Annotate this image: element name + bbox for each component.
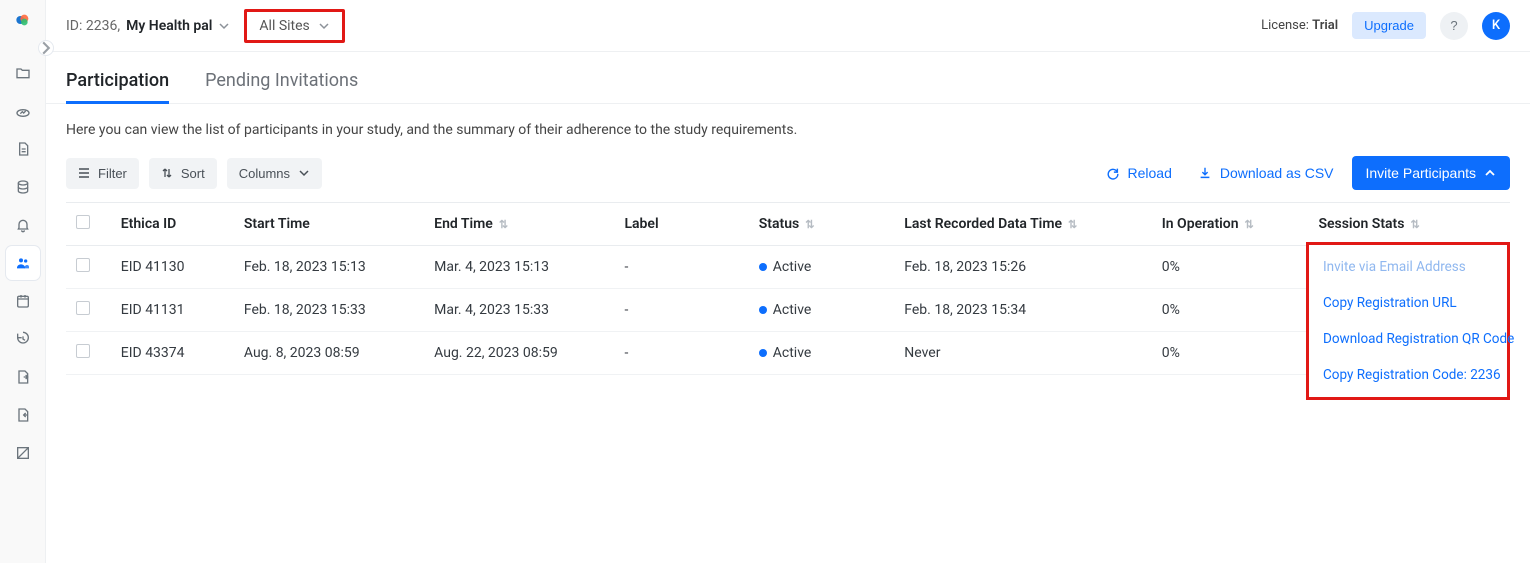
download-icon xyxy=(1198,166,1212,180)
help-button[interactable]: ? xyxy=(1440,12,1468,40)
filter-icon xyxy=(78,167,90,179)
database-icon[interactable] xyxy=(6,170,40,204)
copy-registration-code-option[interactable]: Copy Registration Code: 2236 xyxy=(1309,357,1507,393)
sidebar xyxy=(0,0,46,563)
col-start-time[interactable]: Start Time xyxy=(234,203,424,246)
sort-icon: ⇅ xyxy=(1245,218,1254,231)
calendar-icon[interactable] xyxy=(6,284,40,318)
columns-button[interactable]: Columns xyxy=(227,158,322,189)
cell-status: Active xyxy=(749,332,895,375)
table-row[interactable]: EID 41130Feb. 18, 2023 15:13Mar. 4, 2023… xyxy=(66,246,1510,289)
invite-dropdown: Invite via Email Address Copy Registrati… xyxy=(1306,242,1510,400)
sort-icon: ⇅ xyxy=(499,218,508,231)
cell-op: 0% xyxy=(1152,332,1309,375)
col-label[interactable]: Label xyxy=(614,203,748,246)
study-id: ID: 2236, xyxy=(66,18,120,34)
select-all-checkbox[interactable] xyxy=(76,215,90,229)
cell-end: Aug. 22, 2023 08:59 xyxy=(424,332,614,375)
col-session-stats[interactable]: Session Stats⇅ xyxy=(1308,203,1510,246)
cell-start: Aug. 8, 2023 08:59 xyxy=(234,332,424,375)
status-dot xyxy=(759,263,767,271)
cell-eid: EID 43374 xyxy=(111,332,234,375)
document-icon[interactable] xyxy=(6,132,40,166)
chevron-down-icon xyxy=(298,167,310,179)
col-status[interactable]: Status⇅ xyxy=(749,203,895,246)
cell-end: Mar. 4, 2023 15:13 xyxy=(424,246,614,289)
study-name: My Health pal xyxy=(126,18,212,34)
chevron-up-icon xyxy=(1484,167,1496,179)
cell-last: Feb. 18, 2023 15:34 xyxy=(894,289,1151,332)
reload-icon xyxy=(1106,166,1120,180)
col-end-time[interactable]: End Time⇅ xyxy=(424,203,614,246)
cell-end: Mar. 4, 2023 15:33 xyxy=(424,289,614,332)
table-row[interactable]: EID 43374Aug. 8, 2023 08:59Aug. 22, 2023… xyxy=(66,332,1510,375)
status-dot xyxy=(759,349,767,357)
cell-eid: EID 41130 xyxy=(111,246,234,289)
dashboard-icon[interactable] xyxy=(6,94,40,128)
participants-table: Ethica ID Start Time End Time⇅ Label Sta… xyxy=(66,202,1510,375)
row-checkbox[interactable] xyxy=(76,258,90,272)
app-logo xyxy=(9,6,37,34)
row-checkbox[interactable] xyxy=(76,344,90,358)
cell-label: - xyxy=(614,246,748,289)
cell-op: 0% xyxy=(1152,289,1309,332)
chevron-down-icon xyxy=(218,20,230,32)
user-avatar[interactable]: K xyxy=(1482,12,1510,40)
cell-eid: EID 41131 xyxy=(111,289,234,332)
bell-icon[interactable] xyxy=(6,208,40,242)
tabs: Participation Pending Invitations xyxy=(46,52,1530,104)
export-icon[interactable] xyxy=(6,360,40,394)
license-info: License: Trial xyxy=(1261,18,1338,33)
history-icon[interactable] xyxy=(6,322,40,356)
sort-icon: ⇅ xyxy=(1410,218,1419,231)
copy-registration-url-option[interactable]: Copy Registration URL xyxy=(1309,285,1507,321)
analytics-icon[interactable] xyxy=(6,436,40,470)
sort-button[interactable]: Sort xyxy=(149,158,217,189)
main-area: ID: 2236, My Health pal All Sites Licens… xyxy=(46,0,1530,563)
import-icon[interactable] xyxy=(6,398,40,432)
reload-button[interactable]: Reload xyxy=(1098,159,1180,187)
topbar: ID: 2236, My Health pal All Sites Licens… xyxy=(46,0,1530,52)
cell-label: - xyxy=(614,289,748,332)
tab-participation[interactable]: Participation xyxy=(66,70,169,103)
row-checkbox[interactable] xyxy=(76,301,90,315)
cell-status: Active xyxy=(749,289,895,332)
tab-pending-invitations[interactable]: Pending Invitations xyxy=(205,70,358,103)
cell-label: - xyxy=(614,332,748,375)
table-toolbar: Filter Sort Columns Reload Download as C… xyxy=(46,156,1530,202)
download-csv-button[interactable]: Download as CSV xyxy=(1190,159,1342,187)
sort-icon: ⇅ xyxy=(1068,218,1077,231)
sort-icon xyxy=(161,167,173,179)
sort-icon: ⇅ xyxy=(805,218,814,231)
participants-icon[interactable] xyxy=(6,246,40,280)
folder-icon[interactable] xyxy=(6,56,40,90)
invite-email-option[interactable]: Invite via Email Address xyxy=(1309,249,1507,285)
col-in-operation[interactable]: In Operation⇅ xyxy=(1152,203,1309,246)
page-description: Here you can view the list of participan… xyxy=(46,104,1530,156)
table-container: Invite via Email Address Copy Registrati… xyxy=(46,202,1530,375)
study-selector[interactable]: ID: 2236, My Health pal xyxy=(66,18,230,34)
invite-participants-button[interactable]: Invite Participants xyxy=(1352,156,1511,190)
status-dot xyxy=(759,306,767,314)
upgrade-button[interactable]: Upgrade xyxy=(1352,12,1426,39)
cell-status: Active xyxy=(749,246,895,289)
cell-last: Feb. 18, 2023 15:26 xyxy=(894,246,1151,289)
chevron-down-icon xyxy=(318,20,330,32)
download-qr-option[interactable]: Download Registration QR Code xyxy=(1309,321,1507,357)
cell-start: Feb. 18, 2023 15:13 xyxy=(234,246,424,289)
filter-button[interactable]: Filter xyxy=(66,158,139,189)
sites-selector[interactable]: All Sites xyxy=(244,9,344,43)
cell-last: Never xyxy=(894,332,1151,375)
cell-start: Feb. 18, 2023 15:33 xyxy=(234,289,424,332)
col-ethica-id[interactable]: Ethica ID xyxy=(111,203,234,246)
sidebar-expand-button[interactable] xyxy=(38,40,54,56)
cell-op: 0% xyxy=(1152,246,1309,289)
col-last-recorded[interactable]: Last Recorded Data Time⇅ xyxy=(894,203,1151,246)
table-row[interactable]: EID 41131Feb. 18, 2023 15:33Mar. 4, 2023… xyxy=(66,289,1510,332)
sites-label: All Sites xyxy=(259,18,309,34)
